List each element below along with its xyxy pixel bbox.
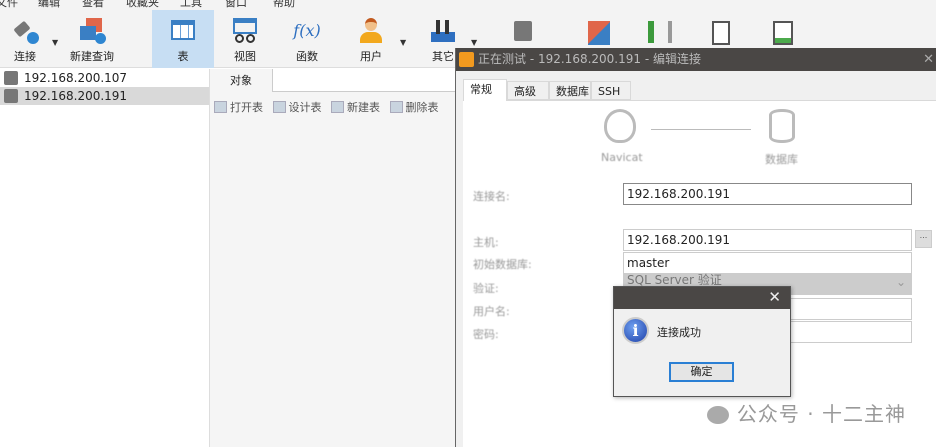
object-panel: 对象 打开表 设计表 新建表 删除表: [210, 69, 456, 447]
initial-database-label: 初始数据库:: [473, 258, 532, 271]
sqlserver-connection-icon: [4, 89, 18, 103]
dialog-titlebar: 正在测试 - 192.168.200.191 - 编辑连接 ✕: [456, 48, 936, 71]
host-input[interactable]: 192.168.200.191: [623, 229, 912, 251]
info-icon: i: [622, 317, 649, 344]
navicat-logo-icon: [604, 109, 636, 143]
connect-button[interactable]: 连接: [0, 10, 56, 68]
plug-icon: [11, 18, 39, 44]
delete-table-button[interactable]: 删除表: [389, 99, 439, 115]
view-button[interactable]: 视图: [214, 10, 276, 68]
table-icon: [169, 18, 197, 44]
ok-button[interactable]: 确定: [669, 362, 734, 382]
message-text: 连接成功: [657, 326, 701, 339]
connection-tree: 192.168.200.107 192.168.200.191: [0, 69, 210, 447]
tools-icon: [429, 18, 457, 44]
new-query-button[interactable]: 新建查询: [62, 10, 122, 68]
connection-item[interactable]: 192.168.200.107: [0, 69, 209, 87]
connect-dropdown-icon[interactable]: ▼: [52, 38, 58, 47]
initial-database-input[interactable]: master: [623, 252, 912, 274]
navicat-label: Navicat: [601, 151, 643, 164]
function-button[interactable]: f(x) 函数: [276, 10, 338, 68]
password-label: 密码:: [473, 328, 499, 341]
close-icon[interactable]: ✕: [923, 48, 934, 71]
connection-name-label: 连接名:: [473, 190, 510, 203]
other-dropdown-icon[interactable]: ▼: [471, 38, 477, 47]
new-table-icon: [331, 101, 344, 113]
connection-item[interactable]: 192.168.200.191: [0, 87, 209, 105]
connection-success-messagebox: ✕ i 连接成功 确定: [613, 286, 791, 397]
tab-advanced[interactable]: 高级: [507, 81, 549, 100]
model-icon[interactable]: [712, 21, 730, 45]
object-toolbar: 打开表 设计表 新建表 删除表: [214, 99, 445, 115]
connection-name-input[interactable]: 192.168.200.191: [623, 183, 912, 205]
user-button[interactable]: 用户: [340, 10, 402, 68]
authentication-value: SQL Server 验证: [627, 273, 722, 287]
open-table-button[interactable]: 打开表: [214, 99, 263, 115]
design-table-icon: [272, 101, 286, 113]
authentication-label: 验证:: [473, 282, 499, 295]
navicat-icon: [459, 52, 474, 67]
host-browse-button[interactable]: ...: [915, 230, 932, 248]
delete-table-icon: [389, 101, 403, 113]
chart-icon[interactable]: [773, 21, 793, 45]
tab-objects[interactable]: 对象: [210, 69, 272, 92]
tab-general[interactable]: 常规: [463, 79, 507, 101]
function-icon: f(x): [293, 21, 321, 40]
watermark: 公众号 · 十二主神: [706, 398, 906, 427]
schedule-table-icon[interactable]: [588, 21, 610, 45]
user-icon: [357, 18, 385, 44]
user-dropdown-icon[interactable]: ▼: [400, 38, 406, 47]
automation-icon[interactable]: [648, 21, 672, 43]
open-table-icon: [214, 101, 227, 113]
design-table-button[interactable]: 设计表: [272, 99, 322, 115]
tab-ssh[interactable]: SSH: [591, 81, 631, 100]
database-icon: [769, 109, 795, 143]
new-query-icon: [78, 18, 106, 44]
username-label: 用户名:: [473, 305, 510, 318]
table-button[interactable]: 表: [152, 10, 214, 68]
chevron-down-icon: ⌄: [895, 275, 906, 289]
object-tab-strip: [272, 69, 456, 92]
view-icon: [231, 18, 259, 44]
backup-icon[interactable]: [514, 21, 532, 41]
close-icon[interactable]: ✕: [768, 288, 781, 306]
database-label: 数据库: [765, 153, 798, 166]
sqlserver-connection-icon: [4, 71, 18, 85]
connection-line: [651, 129, 751, 130]
menu-bar: 文件 编辑 查看 收藏夹 工具 窗口 帮助: [0, 0, 936, 9]
tab-database[interactable]: 数据库: [549, 81, 591, 100]
new-table-button[interactable]: 新建表: [331, 99, 380, 115]
host-label: 主机:: [473, 236, 499, 249]
wechat-icon: [706, 406, 729, 424]
messagebox-titlebar: ✕: [614, 287, 790, 309]
